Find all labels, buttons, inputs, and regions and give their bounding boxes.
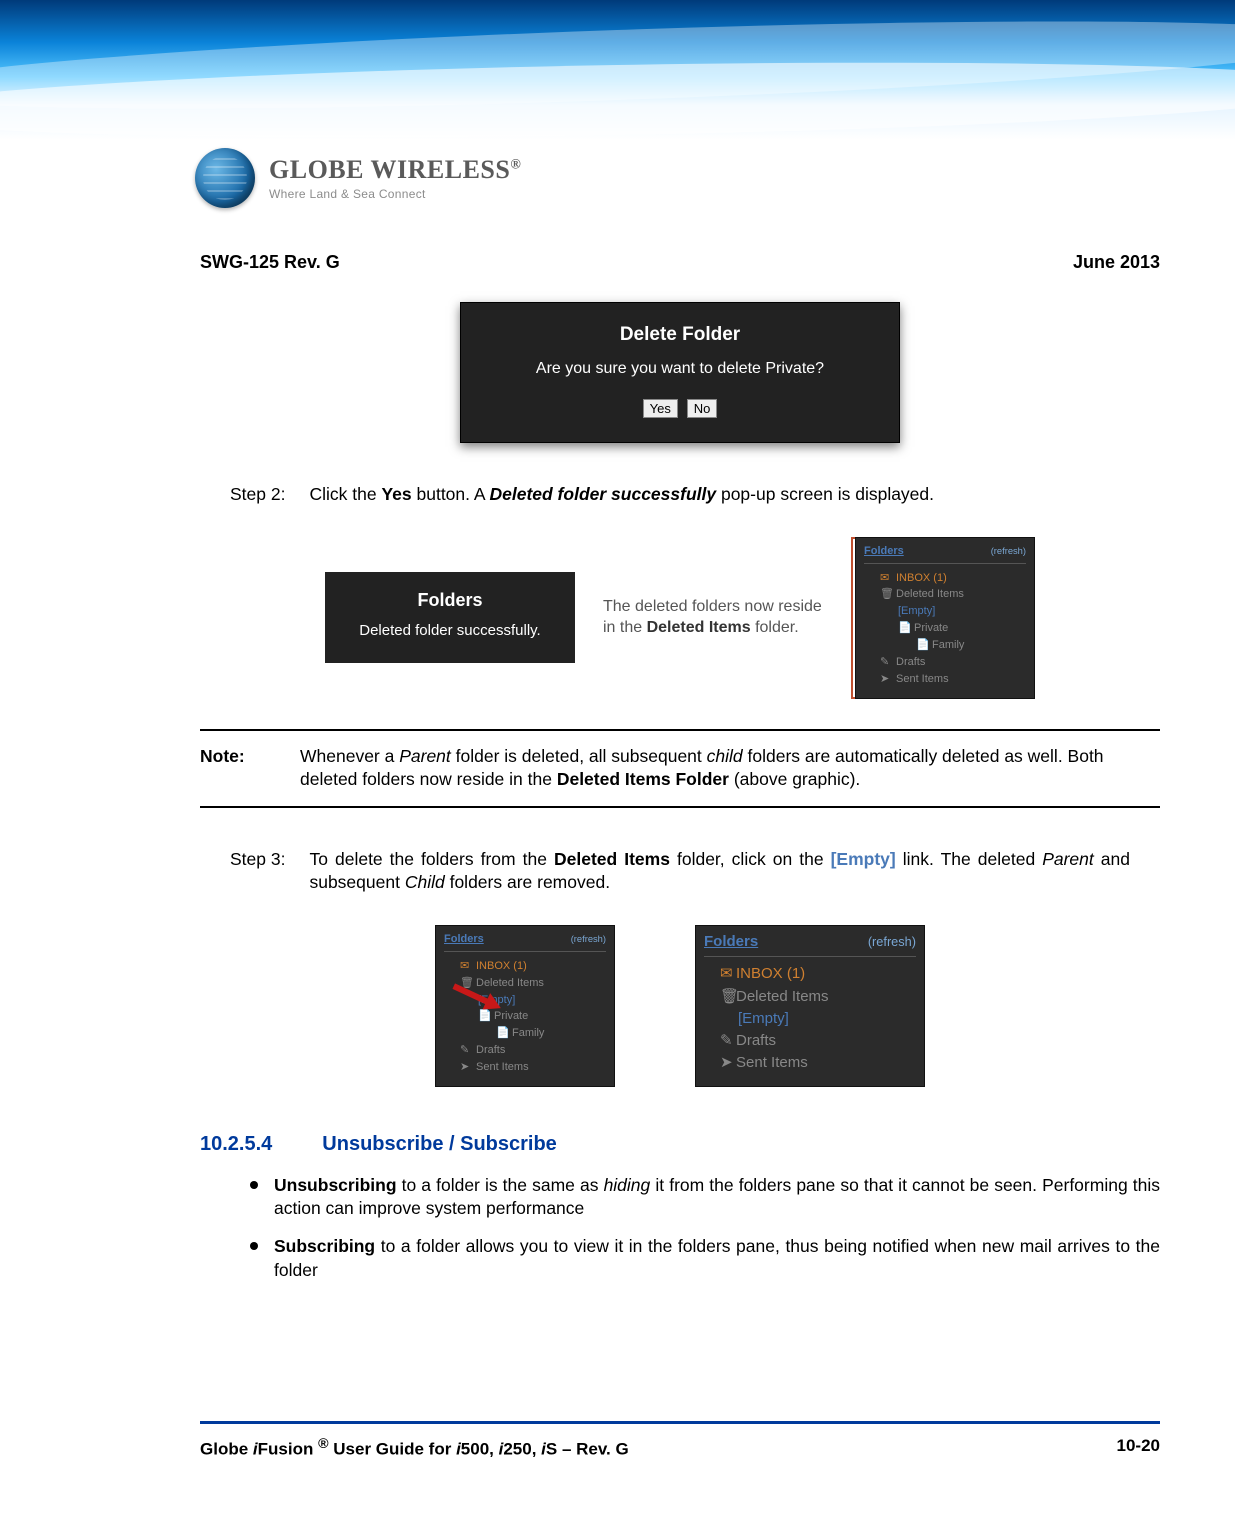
refresh-link[interactable]: (refresh): [991, 545, 1026, 558]
page-footer: Globe iFusion ® User Guide for i500, i25…: [200, 1421, 1160, 1460]
folder-drafts[interactable]: ✎Drafts: [864, 654, 1026, 671]
folder-inbox[interactable]: ✉INBOX (1): [704, 963, 916, 985]
page-number: 10-20: [1117, 1436, 1160, 1460]
step-3-label: Step 3:: [230, 848, 285, 895]
footer-left: Globe iFusion ® User Guide for i500, i25…: [200, 1436, 629, 1460]
folder-sent[interactable]: ➤Sent Items: [444, 1059, 606, 1076]
folder-drafts[interactable]: ✎Drafts: [704, 1030, 916, 1052]
folders-panel-before-empty: Folders (refresh) ✉INBOX (1) 🗑Deleted It…: [435, 925, 615, 1087]
empty-link[interactable]: [Empty]: [704, 1008, 916, 1030]
success-popup-msg: Deleted folder successfully.: [349, 621, 551, 641]
brand-tagline: Where Land & Sea Connect: [269, 187, 521, 201]
folder-private[interactable]: 📄Private: [864, 620, 1026, 637]
doc-id: SWG-125 Rev. G: [200, 250, 340, 274]
folder-family[interactable]: 📄Family: [444, 1025, 606, 1042]
folder-sent[interactable]: ➤Sent Items: [864, 671, 1026, 688]
section-number: 10.2.5.4: [200, 1131, 272, 1158]
step-2: Step 2: Click the Yes button. A Deleted …: [230, 483, 1130, 507]
header-banner: [0, 0, 1235, 140]
folder-inbox[interactable]: ✉INBOX (1): [444, 958, 606, 975]
dialog-title: Delete Folder: [492, 322, 868, 348]
figure-row-1: Folders Deleted folder successfully. The…: [200, 537, 1160, 699]
no-button[interactable]: No: [687, 399, 718, 418]
step-3: Step 3: To delete the folders from the D…: [230, 848, 1130, 895]
folder-inbox[interactable]: ✉INBOX (1): [864, 570, 1026, 587]
figure-row-2: Folders (refresh) ✉INBOX (1) 🗑Deleted It…: [200, 925, 1160, 1087]
step-3-text: To delete the folders from the Deleted I…: [309, 848, 1130, 895]
folder-deleted-items[interactable]: 🗑Deleted Items: [704, 986, 916, 1008]
note-label: Note:: [200, 745, 270, 792]
bullet-list: Unsubscribing to a folder is the same as…: [250, 1174, 1160, 1283]
callout-text: The deleted folders now reside in the De…: [603, 597, 823, 639]
folder-private[interactable]: 📄Private: [444, 1008, 606, 1025]
empty-link[interactable]: [Empty]: [864, 603, 1026, 620]
doc-date: June 2013: [1073, 250, 1160, 274]
brand-logo: GLOBE WIRELESS® Where Land & Sea Connect: [195, 148, 521, 208]
delete-folder-dialog: Delete Folder Are you sure you want to d…: [460, 302, 900, 443]
folder-family[interactable]: 📄Family: [864, 637, 1026, 654]
success-popup-title: Folders: [349, 588, 551, 612]
section-heading: 10.2.5.4 Unsubscribe / Subscribe: [200, 1131, 1160, 1158]
folders-panel-after-delete: Folders (refresh) ✉INBOX (1) 🗑Deleted It…: [855, 537, 1035, 699]
folder-sent[interactable]: ➤Sent Items: [704, 1052, 916, 1074]
doc-header: SWG-125 Rev. G June 2013: [200, 250, 1160, 274]
step-2-label: Step 2:: [230, 483, 285, 507]
globe-icon: [195, 148, 255, 208]
dialog-message: Are you sure you want to delete Private?: [492, 358, 868, 380]
bullet-subscribe: Subscribing to a folder allows you to vi…: [250, 1235, 1160, 1282]
success-popup: Folders Deleted folder successfully.: [325, 572, 575, 663]
note-body: Whenever a Parent folder is deleted, all…: [300, 745, 1160, 792]
yes-button[interactable]: Yes: [643, 399, 678, 418]
folder-drafts[interactable]: ✎Drafts: [444, 1042, 606, 1059]
step-2-text: Click the Yes button. A Deleted folder s…: [309, 483, 1130, 507]
brand-name: GLOBE WIRELESS®: [269, 155, 521, 185]
bullet-unsubscribe: Unsubscribing to a folder is the same as…: [250, 1174, 1160, 1221]
folders-title: Folders: [864, 544, 904, 559]
note-block: Note: Whenever a Parent folder is delete…: [200, 729, 1160, 808]
section-title: Unsubscribe / Subscribe: [322, 1131, 557, 1158]
folders-panel-after-empty: Folders (refresh) ✉INBOX (1) 🗑Deleted It…: [695, 925, 925, 1087]
folder-deleted-items[interactable]: 🗑Deleted Items: [864, 586, 1026, 603]
